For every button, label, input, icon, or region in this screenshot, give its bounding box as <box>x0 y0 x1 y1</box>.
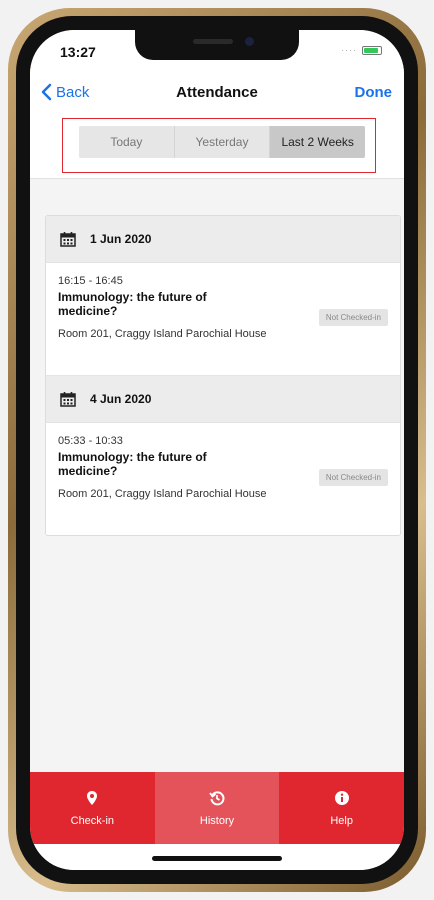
tab-label: History <box>199 814 235 827</box>
segment-last-2-weeks[interactable]: Last 2 Weeks <box>270 126 365 158</box>
calendar-icon <box>60 392 76 407</box>
info-icon <box>334 790 350 809</box>
session-title: Immunology: the future of medicine? <box>58 450 207 478</box>
date-range-segmented-control: Today Yesterday Last 2 Weeks <box>79 126 365 158</box>
checkin-status-badge: Not Checked-in <box>318 469 388 486</box>
session-time: 16:15 - 16:45 <box>58 275 123 287</box>
session-row[interactable]: 05:33 - 10:33 Immunology: the future of m… <box>46 423 400 535</box>
signal-icon: ···· <box>341 45 357 55</box>
attendance-list: 1 Jun 2020 16:15 - 16:45 Immunology: the f… <box>45 215 401 536</box>
session-room: Room 201, Craggy Island Parochial House <box>58 328 267 340</box>
bottom-tab-bar: Check-in History Help <box>30 772 404 844</box>
status-indicators: ···· <box>341 45 382 55</box>
phone-notch <box>135 30 299 60</box>
session-room: Room 201, Craggy Island Parochial House <box>58 488 267 500</box>
history-icon <box>209 790 225 809</box>
session-row[interactable]: 16:15 - 16:45 Immunology: the future of m… <box>46 263 400 376</box>
segment-today[interactable]: Today <box>79 126 175 158</box>
date-header: 4 Jun 2020 <box>46 376 400 423</box>
tab-check-in[interactable]: Check-in <box>30 772 155 844</box>
navigation-bar: Back Attendance Done <box>30 74 404 114</box>
tab-history[interactable]: History <box>154 772 280 844</box>
calendar-icon <box>60 232 76 247</box>
segment-yesterday[interactable]: Yesterday <box>174 126 271 158</box>
page-title: Attendance <box>176 84 258 101</box>
map-pin-icon <box>84 790 100 809</box>
date-header: 1 Jun 2020 <box>46 216 400 263</box>
tab-label: Check-in <box>70 814 115 827</box>
home-indicator[interactable] <box>152 856 282 861</box>
battery-icon <box>362 45 382 55</box>
date-filter-area: Today Yesterday Last 2 Weeks <box>30 114 404 179</box>
date-label: 1 Jun 2020 <box>90 232 152 246</box>
date-label: 4 Jun 2020 <box>90 392 152 406</box>
session-time: 05:33 - 10:33 <box>58 435 123 447</box>
home-indicator-area <box>30 844 404 870</box>
checkin-status-badge: Not Checked-in <box>318 309 388 326</box>
done-button[interactable]: Done <box>355 84 393 101</box>
status-time: 13:27 <box>60 44 96 60</box>
app-screen: 13:27 ···· Back Attendance Done Today Yes… <box>30 30 404 870</box>
tab-help[interactable]: Help <box>279 772 404 844</box>
session-title: Immunology: the future of medicine? <box>58 290 207 318</box>
tab-label: Help <box>330 814 353 827</box>
